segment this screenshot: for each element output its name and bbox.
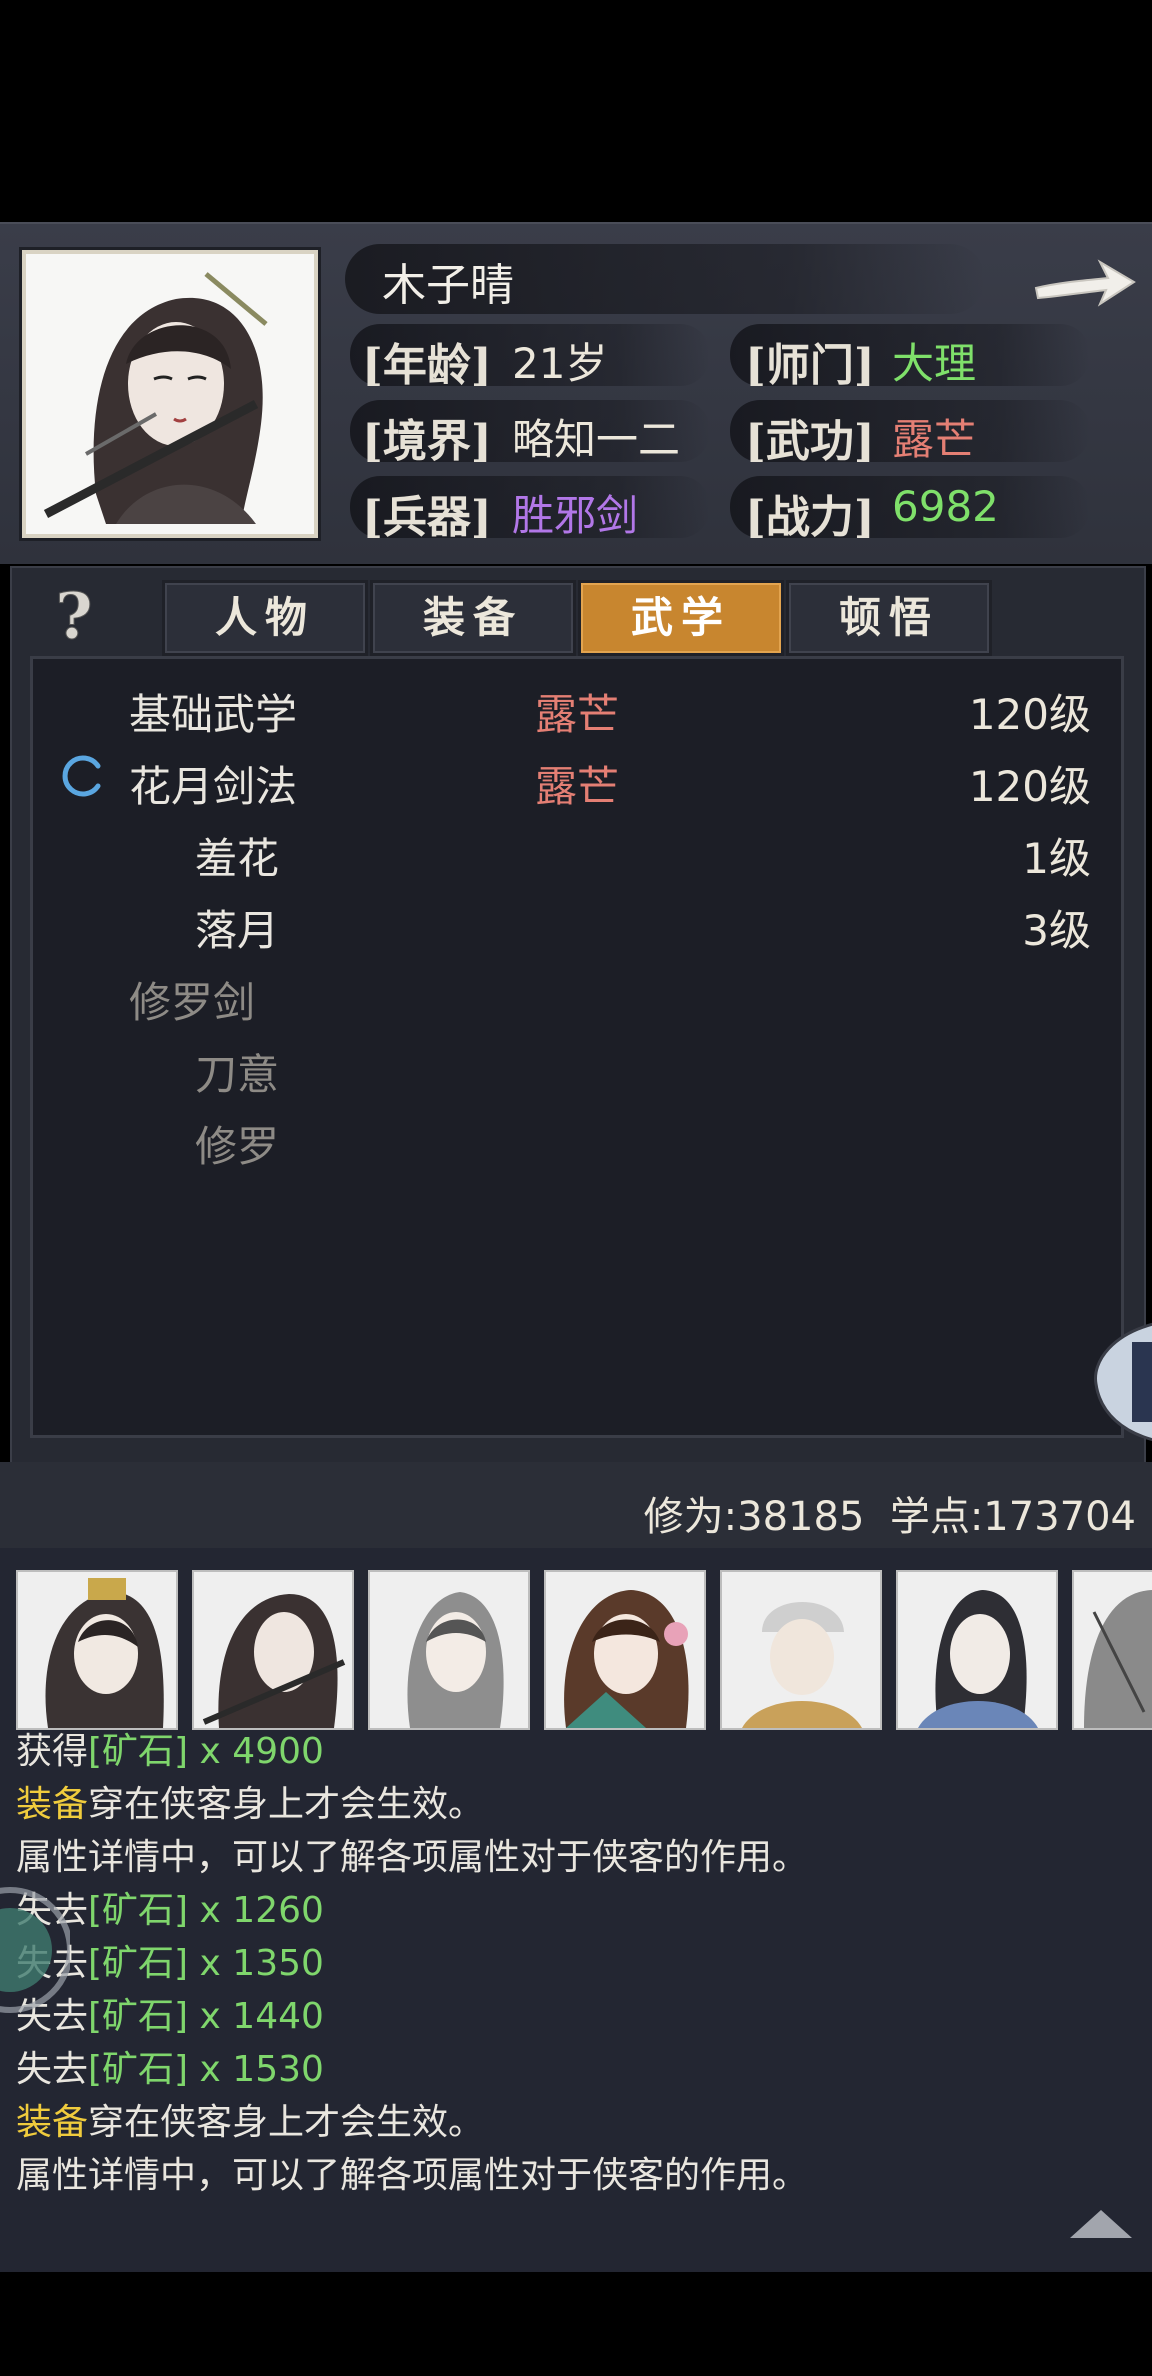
tab-character[interactable]: 人物 (162, 580, 368, 656)
log-line: 属性详情中，可以了解各项属性对于侠客的作用。 (16, 1837, 809, 1878)
skill-style: 露芒 (535, 690, 620, 739)
skill-level: 3级 (1022, 906, 1091, 955)
skill-name: 刀意 (195, 1050, 280, 1099)
skill-name: 花月剑法 (129, 762, 298, 811)
skill-name: 基础武学 (129, 690, 298, 739)
hero-avatar[interactable] (1072, 1570, 1152, 1730)
skill-row[interactable]: 修罗 (33, 1103, 1127, 1175)
martial-art-label: [武功] (745, 416, 875, 467)
weapon-label: [兵器] (362, 492, 492, 543)
log-line: 装备穿在侠客身上才会生效。 (16, 1784, 485, 1825)
tab-martial-arts[interactable]: 武学 (578, 580, 784, 656)
triangle-up-icon[interactable] (1066, 2204, 1136, 2244)
power-label: [战力] (745, 492, 875, 543)
skill-name: 羞花 (195, 834, 280, 883)
log-line: 属性详情中，可以了解各项属性对于侠客的作用。 (16, 2155, 809, 2196)
hero-avatar[interactable] (896, 1570, 1058, 1730)
hero-avatar[interactable] (192, 1570, 354, 1730)
skill-row[interactable]: 落月 3级 (33, 887, 1127, 959)
loading-spinner-icon (58, 752, 106, 800)
portrait-ink-drawing (26, 254, 314, 534)
skill-row[interactable]: 花月剑法 露芒 120级 (33, 743, 1127, 815)
skill-level: 120级 (968, 690, 1091, 739)
skill-name: 修罗剑 (129, 978, 256, 1027)
sect-value: 大理 (892, 339, 977, 388)
skill-row[interactable]: 基础武学 露芒 120级 (33, 671, 1127, 743)
side-scroll-handle[interactable] (1092, 1322, 1152, 1442)
character-header: 木子晴 [年龄] 21岁 [师门] 大理 [境界] 略知一二 [武功] 露芒 [… (0, 222, 1152, 564)
weapon-value[interactable]: 胜邪剑 (512, 482, 638, 543)
floating-menu-button[interactable] (0, 1880, 73, 2020)
cultivation-points: 修为:38185 学点:173704 (643, 1494, 1136, 1540)
character-portrait[interactable] (22, 250, 318, 538)
hero-avatar[interactable] (368, 1570, 530, 1730)
skill-row[interactable]: 羞花 1级 (33, 815, 1127, 887)
skill-list: 基础武学 露芒 120级 花月剑法 露芒 120级 羞花 1级 落月 3级 修罗… (30, 656, 1124, 1438)
skill-row[interactable]: 修罗剑 (33, 959, 1127, 1031)
skill-level: 1级 (1022, 834, 1091, 883)
character-name: 木子晴 (382, 260, 514, 311)
skill-name: 修罗 (195, 1122, 280, 1171)
tab-enlightenment[interactable]: 顿悟 (786, 580, 992, 656)
age-label: [年龄] (362, 340, 492, 391)
age-value: 21岁 (512, 339, 608, 388)
skill-row[interactable]: 刀意 (33, 1031, 1127, 1103)
log-line: 失去[矿石] x 1530 (16, 2049, 324, 2090)
hero-avatar[interactable] (720, 1570, 882, 1730)
log-line: 装备穿在侠客身上才会生效。 (16, 2102, 485, 2143)
arrow-right-icon[interactable] (1030, 242, 1140, 322)
hero-avatar[interactable] (544, 1570, 706, 1730)
realm-value: 略知一二 (512, 415, 681, 464)
skill-level: 120级 (968, 762, 1091, 811)
skill-name: 落月 (195, 906, 280, 955)
tab-equipment[interactable]: 装备 (370, 580, 576, 656)
martial-art-value: 露芒 (892, 415, 977, 464)
sect-label: [师门] (745, 340, 875, 391)
power-value: 6982 (892, 482, 999, 531)
skill-style: 露芒 (535, 762, 620, 811)
log-line: 获得[矿石] x 4900 (16, 1731, 324, 1772)
hero-avatar[interactable] (16, 1570, 178, 1730)
realm-label: [境界] (362, 416, 492, 467)
svg-text:?: ? (55, 580, 93, 652)
question-mark-icon[interactable]: ? (38, 579, 110, 655)
